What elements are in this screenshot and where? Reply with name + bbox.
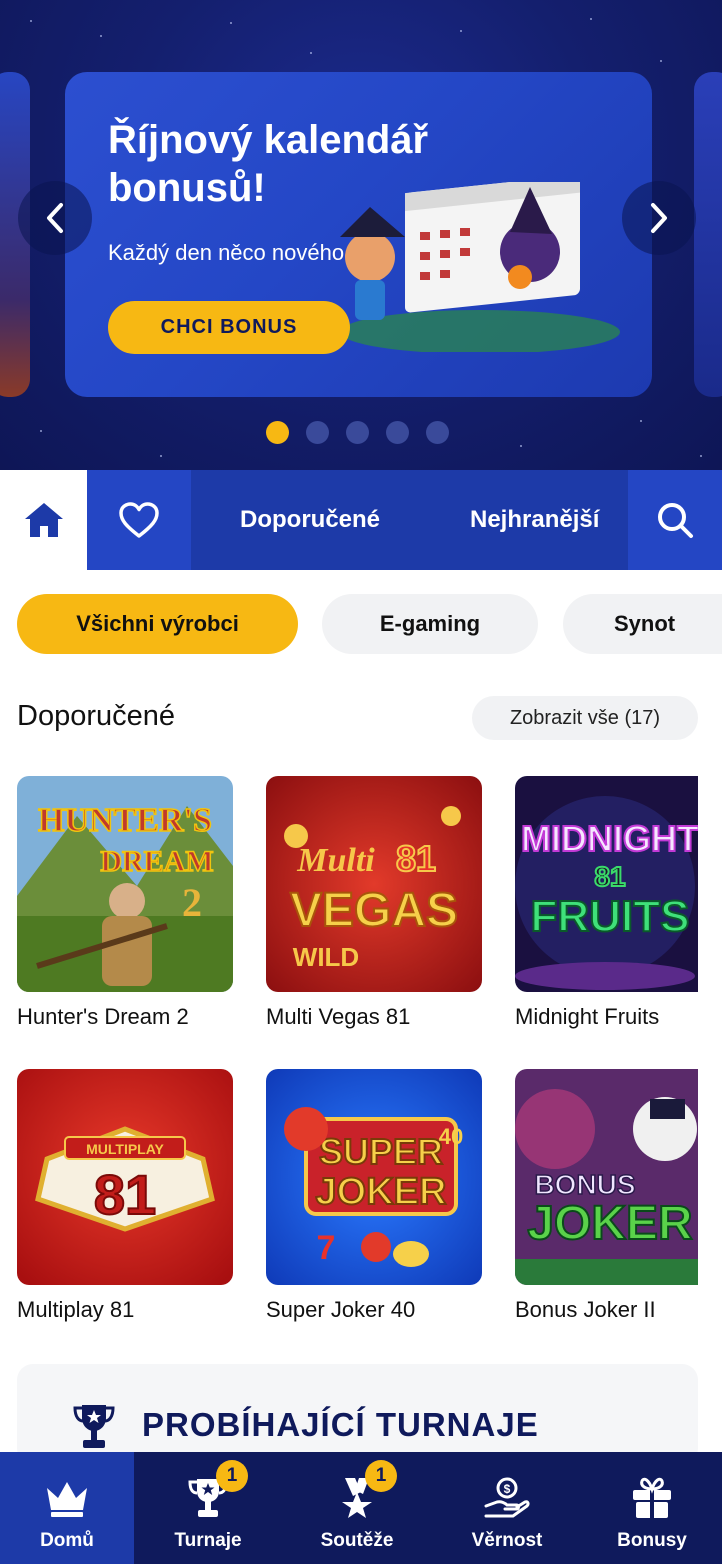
promo-carousel: Říjnový kalendář bonusů! Každý den něco … [0,0,722,470]
trophy-icon [73,1405,115,1448]
search-button[interactable] [628,470,722,570]
nav-tournaments[interactable]: 1 Turnaje [134,1452,282,1564]
carousel-next-button[interactable] [622,181,696,255]
carousel-pagination [266,421,449,444]
notification-badge: 1 [365,1460,397,1492]
nav-competitions[interactable]: 1 Soutěže [282,1452,432,1564]
svg-text:81: 81 [594,861,625,892]
tab-favorites[interactable] [87,470,191,570]
game-thumbnail: BONUS JOKER [515,1069,698,1285]
carousel-dot[interactable] [346,421,369,444]
game-thumbnail: MULTIPLAY 81 [17,1069,233,1285]
game-tile-multi-vegas-81[interactable]: Multi 81 VEGAS WILD [266,776,482,992]
carousel-prev-button[interactable] [18,181,92,255]
game-thumbnail: SUPER JOKER 40 7 [266,1069,482,1285]
svg-text:81: 81 [94,1163,156,1226]
carousel-dot[interactable] [426,421,449,444]
promo-banner[interactable]: Říjnový kalendář bonusů! Každý den něco … [65,72,652,397]
tab-recommended[interactable]: Doporučené [240,506,380,534]
game-tile-multiplay-81[interactable]: MULTIPLAY 81 [17,1069,233,1285]
svg-text:VEGAS: VEGAS [290,884,458,937]
svg-text:$: $ [504,1482,511,1496]
svg-text:MIDNIGHT: MIDNIGHT [521,818,698,859]
nav-loyalty[interactable]: $ Věrnost [432,1452,582,1564]
nav-label: Soutěže [320,1530,394,1551]
svg-text:81: 81 [396,838,436,879]
svg-text:DREAM: DREAM [100,845,213,878]
svg-text:FRUITS: FRUITS [531,892,690,941]
filter-synot[interactable]: Synot [563,594,722,654]
tab-most-played[interactable]: Nejhranější [470,506,599,534]
nav-bonuses[interactable]: Bonusy [582,1452,722,1564]
svg-text:MULTIPLAY: MULTIPLAY [86,1141,164,1157]
filter-all-providers[interactable]: Všichni výrobci [17,594,298,654]
game-title[interactable]: Super Joker 40 [266,1297,415,1323]
filter-e-gaming[interactable]: E-gaming [322,594,538,654]
svg-text:BONUS: BONUS [534,1169,635,1200]
game-title[interactable]: Midnight Fruits [515,1004,659,1030]
svg-text:HUNTER'S: HUNTER'S [38,802,212,839]
nav-home[interactable]: Domů [0,1452,134,1564]
tournaments-title: PROBÍHAJÍCÍ TURNAJE [142,1406,539,1443]
carousel-dot[interactable] [306,421,329,444]
game-tile-hunters-dream-2[interactable]: HUNTER'S DREAM 2 [17,776,233,992]
game-tile-midnight-fruits[interactable]: MIDNIGHT 81 FRUITS [515,776,698,992]
svg-text:2: 2 [182,880,202,925]
nav-label: Domů [40,1530,94,1551]
search-icon [658,503,693,538]
bottom-navigation: Domů 1 Turnaje 1 Soutěže $ Věrnost Bonus… [0,1452,722,1564]
next-banner-preview[interactable] [694,72,722,397]
loyalty-icon: $ [484,1477,530,1518]
crown-icon [47,1482,87,1517]
game-title[interactable]: Multi Vegas 81 [266,1004,410,1030]
game-thumbnail: Multi 81 VEGAS WILD [266,776,482,992]
show-all-button[interactable]: Zobrazit vše (17) [472,696,698,740]
svg-text:40: 40 [439,1124,463,1149]
game-thumbnail: HUNTER'S DREAM 2 [17,776,233,992]
tab-home[interactable] [0,470,87,570]
heart-icon [119,502,159,538]
carousel-dot[interactable] [386,421,409,444]
svg-text:7: 7 [317,1229,336,1267]
svg-text:JOKER: JOKER [527,1197,692,1250]
nav-label: Bonusy [617,1530,687,1551]
svg-text:WILD: WILD [293,942,359,972]
nav-label: Věrnost [471,1530,543,1551]
chci-bonus-button[interactable]: CHCI BONUS [108,301,350,354]
home-icon [24,503,63,537]
section-title: Doporučené [17,700,175,732]
game-tile-super-joker-40[interactable]: SUPER JOKER 40 7 [266,1069,482,1285]
banner-subtitle: Každý den něco nového [108,240,345,265]
gift-icon [633,1477,671,1518]
category-bar: Doporučené Nejhranější [0,470,722,570]
svg-text:JOKER: JOKER [316,1171,447,1213]
game-thumbnail: MIDNIGHT 81 FRUITS [515,776,698,992]
game-title[interactable]: Bonus Joker II [515,1297,656,1323]
game-tile-bonus-joker-ii[interactable]: BONUS JOKER [515,1069,698,1285]
chevron-right-icon [651,203,667,233]
chevron-left-icon [47,203,63,233]
carousel-dot[interactable] [266,421,289,444]
notification-badge: 1 [216,1460,248,1492]
nav-label: Turnaje [174,1530,242,1551]
game-title[interactable]: Multiplay 81 [17,1297,134,1323]
svg-text:SUPER: SUPER [319,1131,443,1172]
svg-text:Multi: Multi [296,842,375,879]
calendar-illustration [340,182,620,352]
game-title[interactable]: Hunter's Dream 2 [17,1004,189,1030]
